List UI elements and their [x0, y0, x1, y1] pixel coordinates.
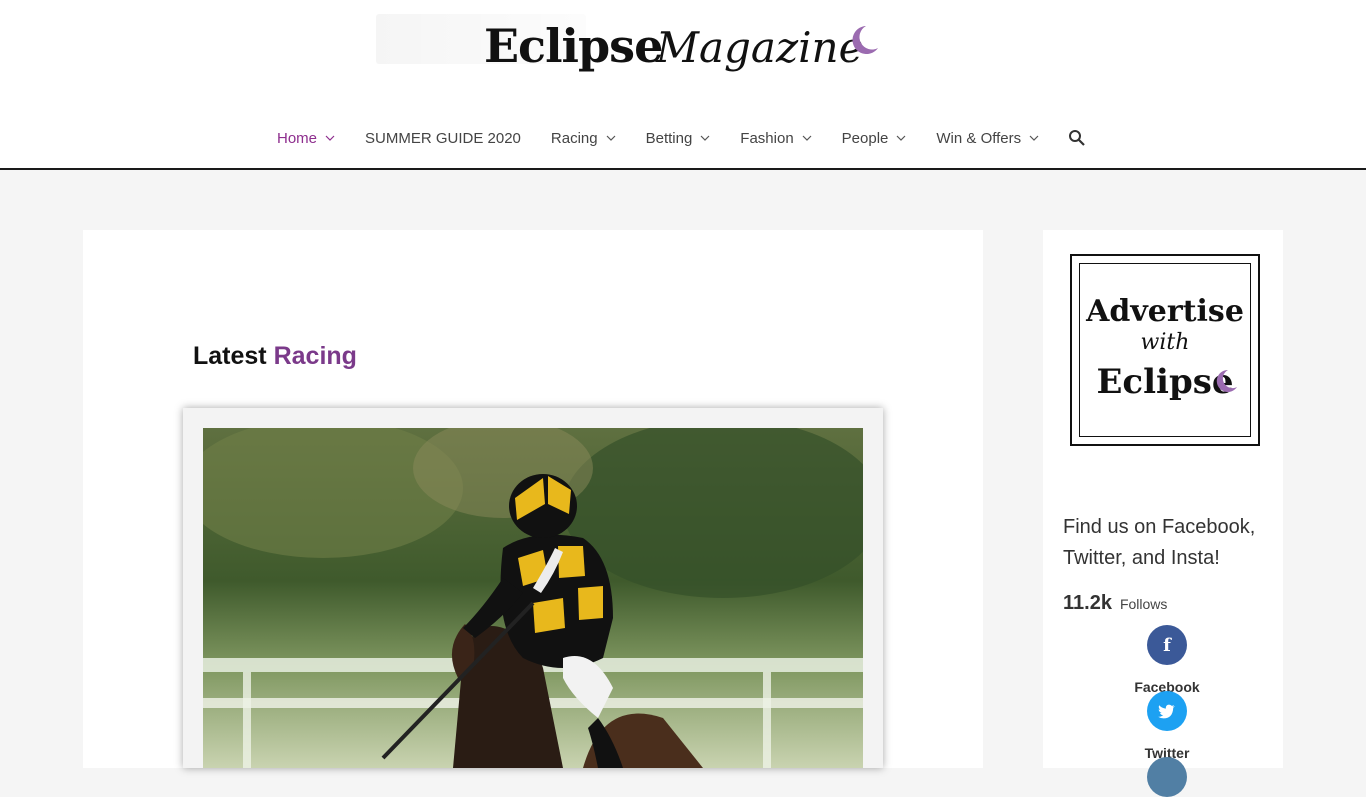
site-logo[interactable]: Eclipse Magazine — [484, 14, 884, 78]
instagram-icon[interactable] — [1147, 757, 1187, 797]
chevron-down-icon — [325, 135, 335, 141]
chevron-down-icon — [700, 135, 710, 141]
chevron-down-icon — [896, 135, 906, 141]
nav-item-label: Racing — [550, 129, 598, 147]
nav-item-label: Betting — [645, 129, 693, 147]
nav-item-people[interactable]: People — [827, 118, 922, 158]
logo-serif-text: Eclipse — [484, 19, 663, 73]
nav-item-label: Win & Offers — [936, 129, 1022, 147]
section-title: Latest Racing — [193, 342, 357, 371]
advertise-banner[interactable]: Advertise with Eclipse — [1070, 254, 1260, 446]
nav-item-label: People — [841, 129, 889, 147]
ad-line-2: with — [1140, 330, 1190, 355]
chevron-down-icon — [802, 135, 812, 141]
social-instagram[interactable] — [1113, 757, 1221, 797]
nav-item-betting[interactable]: Betting — [631, 118, 726, 158]
main-content: Latest Racing — [83, 230, 983, 768]
site-header: Eclipse Magazine Home SUMMER GUIDE 2020 … — [0, 0, 1366, 170]
sidebar: Advertise with Eclipse Find us on Facebo… — [1043, 230, 1283, 797]
chevron-down-icon — [1029, 135, 1039, 141]
nav-item-label: Home — [277, 129, 318, 147]
ad-line-1: Advertise — [1086, 294, 1244, 329]
search-icon[interactable] — [1068, 129, 1086, 147]
facebook-icon[interactable]: f — [1147, 625, 1187, 665]
nav-item-summer-guide[interactable]: SUMMER GUIDE 2020 — [350, 118, 536, 158]
nav-item-label: SUMMER GUIDE 2020 — [365, 129, 521, 147]
featured-post-card[interactable] — [183, 408, 883, 768]
twitter-bird-icon — [1158, 704, 1175, 718]
nav-item-racing[interactable]: Racing — [536, 118, 631, 158]
section-title-accent[interactable]: Racing — [274, 342, 357, 370]
follow-label: Follows — [1119, 596, 1168, 612]
jockey-photo — [203, 428, 863, 768]
logo-script-text: Magazine — [656, 23, 864, 72]
follow-count: 11.2k — [1063, 592, 1112, 614]
section-title-prefix: Latest — [193, 342, 267, 370]
crescent-moon-icon — [852, 26, 878, 54]
twitter-icon[interactable] — [1147, 691, 1187, 731]
nav-item-fashion[interactable]: Fashion — [725, 118, 826, 158]
post-image[interactable] — [203, 428, 863, 768]
chevron-down-icon — [606, 135, 616, 141]
nav-item-win-offers[interactable]: Win & Offers — [921, 118, 1054, 158]
nav-item-label: Fashion — [740, 129, 794, 147]
social-heading: Find us on Facebook, Twitter, and Insta! — [1063, 516, 1256, 569]
crescent-moon-icon — [1216, 369, 1237, 392]
social-facebook[interactable]: f Facebook — [1113, 625, 1221, 695]
social-twitter[interactable]: Twitter — [1113, 691, 1221, 761]
main-nav: Home SUMMER GUIDE 2020 Racing Betting Fa… — [262, 118, 1086, 158]
follow-counter: 11.2k Follows — [1063, 592, 1167, 615]
nav-item-home[interactable]: Home — [262, 118, 350, 158]
facebook-glyph: f — [1163, 634, 1171, 656]
